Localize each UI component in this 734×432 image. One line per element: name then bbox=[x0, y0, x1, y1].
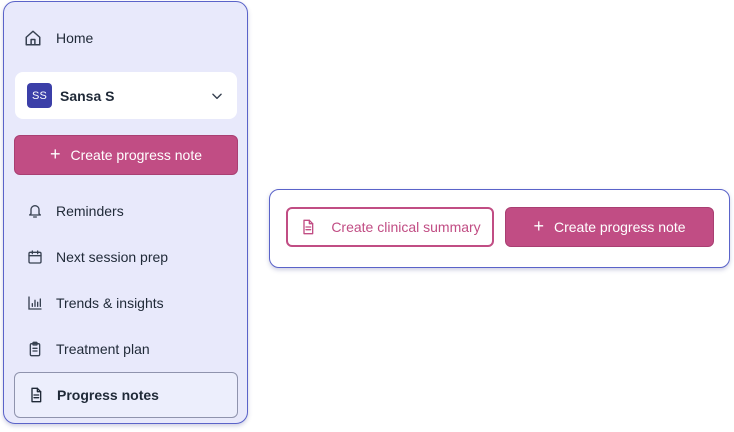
sidebar-item-treatment-plan[interactable]: Treatment plan bbox=[14, 326, 238, 372]
create-progress-note-button[interactable]: + Create progress note bbox=[505, 207, 714, 247]
create-clinical-summary-button[interactable]: Create clinical summary bbox=[286, 207, 494, 247]
sidebar-nav: Reminders Next session prep Trends & ins… bbox=[14, 188, 238, 418]
nav-home[interactable]: Home bbox=[24, 27, 93, 49]
document-icon bbox=[27, 386, 45, 404]
sidebar-item-label: Trends & insights bbox=[56, 295, 164, 311]
bar-chart-icon bbox=[26, 294, 44, 312]
calendar-icon bbox=[26, 248, 44, 266]
sidebar-item-label: Treatment plan bbox=[56, 341, 150, 357]
sidebar-item-label: Progress notes bbox=[57, 387, 159, 403]
avatar: SS bbox=[27, 83, 52, 108]
bell-icon bbox=[26, 202, 44, 220]
client-name: Sansa S bbox=[60, 87, 115, 104]
plus-icon: + bbox=[49, 144, 61, 164]
create-clinical-summary-label: Create clinical summary bbox=[331, 219, 481, 235]
sidebar-create-progress-note-button[interactable]: + Create progress note bbox=[14, 135, 238, 175]
chevron-down-icon bbox=[210, 89, 224, 103]
plus-icon: + bbox=[533, 216, 544, 236]
nav-home-label: Home bbox=[56, 30, 94, 46]
canvas: Home SS Sansa S + Create progress note R… bbox=[0, 0, 734, 432]
clipboard-icon bbox=[26, 340, 44, 358]
create-progress-note-label: Create progress note bbox=[553, 219, 686, 235]
sidebar-item-progress-notes[interactable]: Progress notes bbox=[14, 372, 238, 418]
document-icon bbox=[299, 218, 317, 236]
sidebar-create-progress-note-label: Create progress note bbox=[70, 147, 203, 163]
sidebar-item-next-session-prep[interactable]: Next session prep bbox=[14, 234, 238, 280]
sidebar: Home SS Sansa S + Create progress note R… bbox=[3, 1, 248, 424]
sidebar-item-trends-insights[interactable]: Trends & insights bbox=[14, 280, 238, 326]
sidebar-item-label: Next session prep bbox=[56, 249, 169, 265]
sidebar-item-reminders[interactable]: Reminders bbox=[14, 188, 238, 234]
sidebar-item-label: Reminders bbox=[56, 203, 124, 219]
action-bar: Create clinical summary + Create progres… bbox=[269, 189, 730, 268]
client-selector[interactable]: SS Sansa S bbox=[15, 72, 237, 119]
home-icon bbox=[24, 29, 42, 47]
